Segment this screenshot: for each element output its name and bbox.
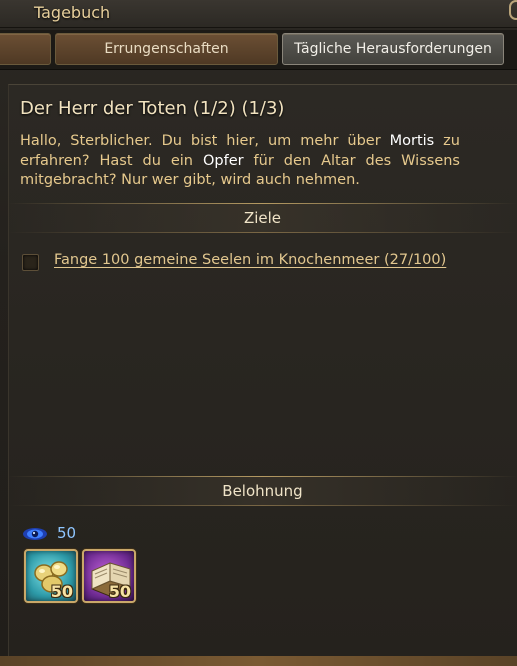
goals-header: Ziele [8, 203, 517, 233]
window-bottom-border [0, 656, 517, 666]
title-bar: Tagebuch [0, 0, 517, 28]
tab-achievements[interactable]: Errungenschaften [55, 33, 278, 65]
desc-highlight-mortis: Mortis [389, 133, 435, 149]
reward-quantity: 50 [50, 582, 73, 601]
tab-quests[interactable] [0, 33, 51, 65]
eye-icon [23, 528, 47, 540]
reward-header: Belohnung [8, 476, 517, 506]
corner-ornament-icon [509, 0, 517, 20]
reward-item-book[interactable]: 50 [82, 549, 136, 603]
objective-row[interactable]: Fange 100 gemeine Seelen im Knochenmeer … [22, 252, 482, 274]
quest-title: Der Herr der Toten (1/2) (1/3) [20, 98, 285, 119]
quest-description: Hallo, Sterblicher. Du bist hier, um meh… [20, 132, 460, 191]
desc-text: Hallo, Sterblicher. Du bist hier, um meh… [20, 133, 390, 149]
journal-window: Tagebuch Errungenschaften Tägliche Herau… [0, 0, 517, 666]
reward-quantity: 50 [108, 582, 131, 601]
desc-highlight-opfer: Opfer [202, 152, 244, 169]
tab-bar: Errungenschaften Tägliche Herausforderun… [0, 30, 517, 70]
objective-checkbox[interactable] [22, 254, 39, 271]
tab-daily-challenges[interactable]: Tägliche Herausforderungen [282, 33, 504, 65]
xp-value: 50 [57, 524, 77, 542]
objective-link[interactable]: Fange 100 gemeine Seelen im Knochenmeer … [54, 252, 446, 268]
window-title: Tagebuch [34, 3, 111, 22]
reward-item-gold[interactable]: 50 [24, 549, 78, 603]
